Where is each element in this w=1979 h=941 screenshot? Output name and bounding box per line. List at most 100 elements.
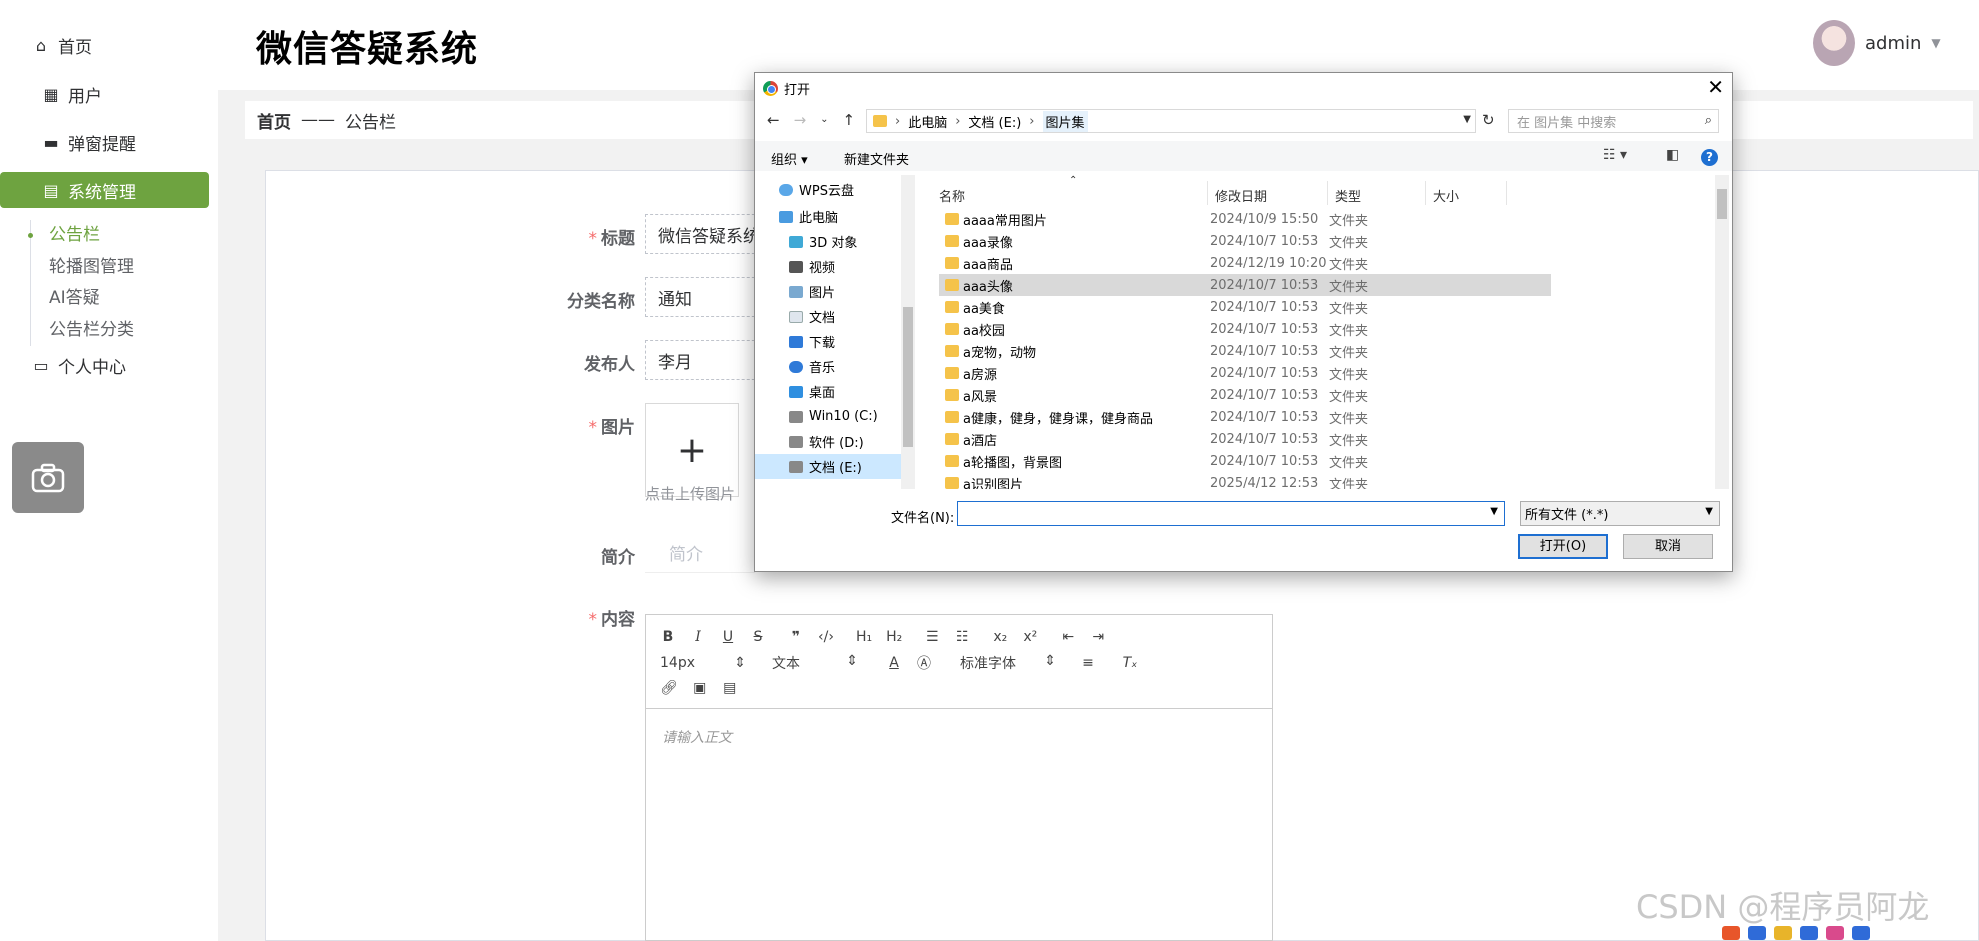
submenu-bulletin[interactable]: 公告栏 xyxy=(28,220,200,252)
file-row[interactable]: aaaa常用图片 2024/10/9 15:50 文件夹 xyxy=(939,208,1551,230)
file-type: 文件夹 xyxy=(1329,279,1369,295)
title-label: * 标题 xyxy=(588,229,636,249)
folder-icon xyxy=(945,477,959,489)
image-icon[interactable]: ▣ xyxy=(692,680,708,696)
breadcrumb-home[interactable]: 首页 xyxy=(257,108,291,133)
font-size-select[interactable]: 14px ⇕ xyxy=(660,655,746,671)
sidebar: ⌂ 首页 ▦ 用户 ▬ 弹窗提醒 ▤ 系统管理 公告栏 轮播图管理 AI答疑 公告栏分类… xyxy=(0,0,218,941)
file-list-scrollbar-thumb[interactable] xyxy=(1717,189,1727,219)
nav-system-management[interactable]: ▤ 系统管理 xyxy=(0,172,209,208)
file-row[interactable]: aaa头像 2024/10/7 10:53 文件夹 xyxy=(939,274,1551,296)
clear-format-icon[interactable]: Tₓ xyxy=(1122,655,1138,671)
file-name: a宠物，动物 xyxy=(963,345,1036,361)
ordered-list-icon[interactable]: ☰ xyxy=(924,629,940,645)
plus-icon: + xyxy=(676,429,708,471)
file-row[interactable]: a房源 2024/10/7 10:53 文件夹 xyxy=(939,362,1551,384)
folder-icon xyxy=(945,345,959,357)
superscript-icon[interactable]: x² xyxy=(1022,629,1038,645)
category-select[interactable]: 通知 xyxy=(645,277,765,317)
user-menu[interactable]: admin ▼ xyxy=(1813,20,1941,66)
subscript-icon[interactable]: x₂ xyxy=(992,629,1008,645)
file-row[interactable]: aaa录像 2024/10/7 10:53 文件夹 xyxy=(939,230,1551,252)
file-date: 2024/10/7 10:53 xyxy=(1210,365,1319,381)
submenu-ai-qa[interactable]: AI答疑 xyxy=(31,283,200,315)
video-icon[interactable]: ▤ xyxy=(722,680,738,696)
file-name: a轮播图，背景图 xyxy=(963,455,1062,471)
publisher-label: 发布人 xyxy=(584,355,635,375)
file-row[interactable]: a健康，健身，健身课，健身商品 2024/10/7 10:53 文件夹 xyxy=(939,406,1551,428)
file-type: 文件夹 xyxy=(1329,301,1369,317)
file-name: aaaa常用图片 xyxy=(963,213,1047,229)
file-row[interactable]: aaa商品 2024/12/19 10:20 文件夹 xyxy=(939,252,1551,274)
file-row[interactable]: a识别图片 2025/4/12 12:53 文件夹 xyxy=(939,472,1551,489)
nav-personal-center[interactable]: ▭ 个人中心 xyxy=(30,347,210,383)
file-name: aa校园 xyxy=(963,323,1005,339)
file-row[interactable]: aa美食 2024/10/7 10:53 文件夹 xyxy=(939,296,1551,318)
indent-icon[interactable]: ⇥ xyxy=(1090,629,1106,645)
file-row[interactable]: a宠物，动物 2024/10/7 10:53 文件夹 xyxy=(939,340,1551,362)
strikethrough-icon[interactable]: S xyxy=(750,629,766,645)
home-icon: ⌂ xyxy=(35,35,47,55)
bullet-list-icon[interactable]: ☷ xyxy=(954,629,970,645)
breadcrumb-current: 公告栏 xyxy=(345,112,396,133)
file-type: 文件夹 xyxy=(1329,477,1369,490)
filename-input[interactable]: ▼ xyxy=(957,501,1505,526)
submenu-carousel[interactable]: 轮播图管理 xyxy=(31,252,200,284)
editor-toolbar-row-2: 14px ⇕ 文本 ⇕ A Ⓐ 标准字体 ⇕ ≡ Tₓ xyxy=(660,652,1152,674)
file-date: 2024/10/7 10:53 xyxy=(1210,343,1319,359)
file-type: 文件夹 xyxy=(1329,411,1369,427)
cancel-button[interactable]: 取消 xyxy=(1623,534,1713,559)
italic-icon[interactable]: I xyxy=(690,629,706,645)
title-input[interactable]: 微信答疑系统 xyxy=(645,214,765,254)
file-row[interactable]: a轮播图，背景图 2024/10/7 10:53 文件夹 xyxy=(939,450,1551,472)
filetype-select[interactable]: 所有文件 (*.*) ▼ xyxy=(1520,501,1720,526)
publisher-input[interactable]: 李月 xyxy=(645,340,765,380)
editor-placeholder[interactable]: 请输入正文 xyxy=(662,727,732,747)
intro-input[interactable]: 简介 xyxy=(645,533,755,573)
align-icon[interactable]: ≡ xyxy=(1080,655,1096,671)
file-type: 文件夹 xyxy=(1329,323,1369,339)
calendar-icon: ▭ xyxy=(33,355,49,375)
link-icon[interactable]: 🔗︎ xyxy=(660,680,678,696)
app-icon-4 xyxy=(1800,926,1818,940)
file-row[interactable]: a酒店 2024/10/7 10:53 文件夹 xyxy=(939,428,1551,450)
editor-toolbar-row-1: B I U S ❞ ‹/› H₁ H₂ ☰ ☷ x₂ x² ⇤ ⇥ xyxy=(660,626,1120,648)
app-icon-1 xyxy=(1722,926,1740,940)
font-family-select[interactable]: 标准字体 ⇕ xyxy=(960,653,1056,673)
code-icon[interactable]: ‹/› xyxy=(818,629,834,645)
category-label: 分类名称 xyxy=(567,292,635,312)
rich-text-editor: B I U S ❞ ‹/› H₁ H₂ ☰ ☷ x₂ x² ⇤ ⇥ 14px ⇕ … xyxy=(645,614,1273,941)
open-button[interactable]: 打开(O) xyxy=(1518,534,1608,559)
heading2-icon[interactable]: H₂ xyxy=(886,629,902,645)
chevron-down-icon: ▼ xyxy=(1705,506,1713,517)
file-row[interactable]: aa校园 2024/10/7 10:53 文件夹 xyxy=(939,318,1551,340)
monitor-icon: ▬ xyxy=(43,132,59,152)
file-type: 文件夹 xyxy=(1329,433,1369,449)
filename-label: 文件名(N): xyxy=(891,511,955,526)
block-type-select[interactable]: 文本 ⇕ xyxy=(772,653,858,673)
outdent-icon[interactable]: ⇤ xyxy=(1060,629,1076,645)
font-color-icon[interactable]: A xyxy=(886,655,902,671)
underline-icon[interactable]: U xyxy=(720,629,736,645)
file-name: a风景 xyxy=(963,389,997,405)
submenu-bulletin-category[interactable]: 公告栏分类 xyxy=(31,315,200,347)
nav-home[interactable]: ⌂ 首页 xyxy=(30,27,210,63)
file-name: aaa录像 xyxy=(963,235,1013,251)
bold-icon[interactable]: B xyxy=(660,629,676,645)
nav-users[interactable]: ▦ 用户 xyxy=(40,76,210,112)
file-list-scrollbar[interactable] xyxy=(1715,175,1729,489)
file-date: 2024/10/7 10:53 xyxy=(1210,233,1319,249)
chevron-down-icon[interactable]: ▼ xyxy=(1490,506,1498,517)
camera-button[interactable] xyxy=(12,442,84,513)
intro-label: 简介 xyxy=(601,548,635,568)
heading1-icon[interactable]: H₁ xyxy=(856,629,872,645)
file-name: aaa头像 xyxy=(963,279,1013,295)
file-date: 2024/10/7 10:53 xyxy=(1210,321,1319,337)
file-row[interactable]: a风景 2024/10/7 10:53 文件夹 xyxy=(939,384,1551,406)
blockquote-icon[interactable]: ❞ xyxy=(788,629,804,645)
nav-popup-reminder[interactable]: ▬ 弹窗提醒 xyxy=(40,124,210,160)
background-color-icon[interactable]: Ⓐ xyxy=(916,653,932,673)
username: admin xyxy=(1865,32,1922,54)
folder-icon xyxy=(945,235,959,247)
app-icon-3 xyxy=(1774,926,1792,940)
